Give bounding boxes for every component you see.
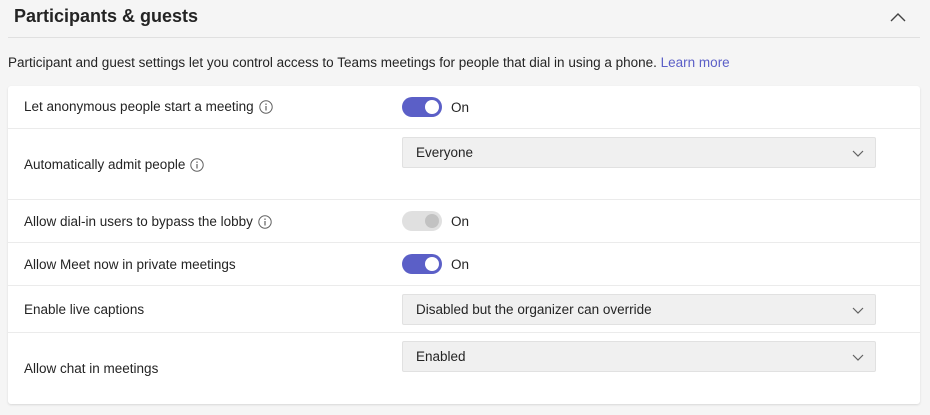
setting-row-dialin-bypass: Allow dial-in users to bypass the lobby … [8,200,920,243]
info-icon[interactable] [258,99,273,114]
dropdown-value: Disabled but the organizer can override [416,302,652,317]
anonymous-start-toggle-group: On [402,97,469,117]
setting-label-text: Allow dial-in users to bypass the lobby [24,214,253,229]
dialin-bypass-toggle-group: On [402,211,469,231]
chat-dropdown[interactable]: Enabled [402,341,876,372]
anonymous-start-toggle[interactable] [402,97,442,117]
setting-label: Allow Meet now in private meetings [24,257,236,272]
toggle-state-text: On [451,99,470,115]
section-description: Participant and guest settings let you c… [8,55,730,70]
info-icon[interactable] [190,157,205,172]
toggle-state-text: On [451,213,470,229]
chevron-down-icon [852,147,864,159]
setting-row-meet-now: Allow Meet now in private meetings On [8,243,920,286]
setting-label-text: Allow Meet now in private meetings [24,257,236,272]
collapse-button[interactable] [887,8,909,26]
setting-label-text: Allow chat in meetings [24,361,159,376]
settings-card: Let anonymous people start a meeting On … [8,86,920,404]
setting-label-text: Enable live captions [24,302,145,317]
meet-now-toggle-group: On [402,254,469,274]
learn-more-link[interactable]: Learn more [661,55,730,70]
dialin-bypass-toggle[interactable] [402,211,442,231]
setting-row-live-captions: Enable live captions Disabled but the or… [8,286,920,333]
section-title: Participants & guests [14,6,199,26]
setting-row-anonymous-start: Let anonymous people start a meeting On [8,86,920,129]
toggle-knob [425,100,439,114]
description-text: Participant and guest settings let you c… [8,55,657,70]
toggle-state-text: On [451,256,470,272]
setting-label: Enable live captions [24,302,144,317]
setting-row-chat: Allow chat in meetings Enabled [8,333,920,404]
setting-label-text: Automatically admit people [24,157,186,172]
chevron-up-icon [887,8,909,26]
chevron-down-icon [852,351,864,363]
chevron-down-icon [852,304,864,316]
info-icon[interactable] [258,214,272,229]
meet-now-toggle[interactable] [402,254,442,274]
toggle-knob [425,257,439,271]
setting-label-text: Let anonymous people start a meeting [24,99,254,114]
setting-row-auto-admit: Automatically admit people Everyone [8,129,920,200]
toggle-knob [425,214,439,228]
dropdown-value: Enabled [416,349,466,364]
header-divider [8,37,920,38]
setting-label: Allow chat in meetings [24,361,158,376]
auto-admit-dropdown[interactable]: Everyone [402,137,876,168]
live-captions-dropdown[interactable]: Disabled but the organizer can override [402,294,876,325]
dropdown-value: Everyone [416,145,474,160]
setting-label: Automatically admit people [24,157,205,172]
setting-label: Allow dial-in users to bypass the lobby [24,214,272,229]
section-header: Participants & guests [0,0,930,38]
setting-label: Let anonymous people start a meeting [24,99,273,114]
